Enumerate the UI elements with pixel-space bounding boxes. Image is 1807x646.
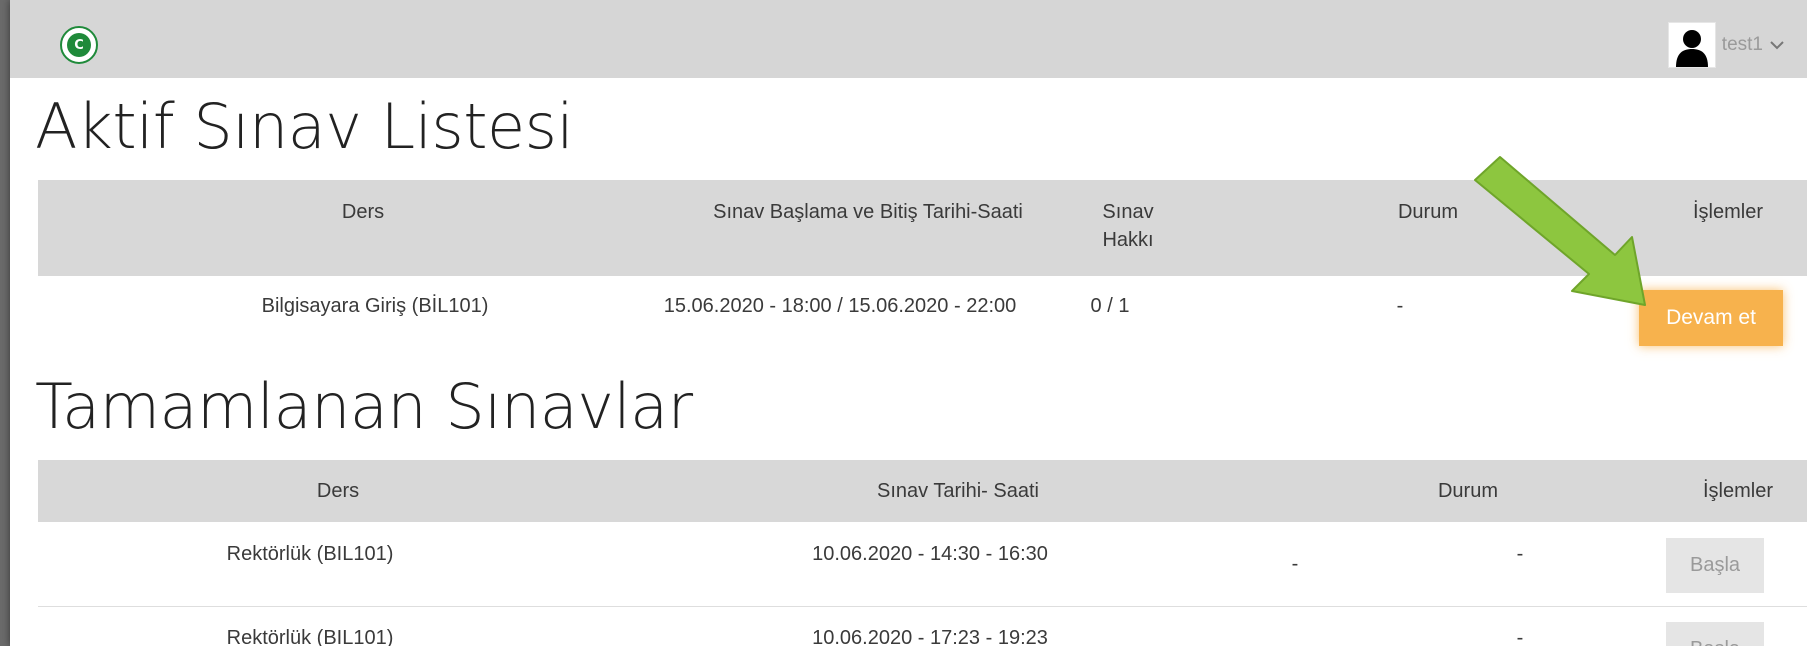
col-header-datetime: Sınav Başlama ve Bitiş Tarihi-Saati bbox=[713, 201, 1023, 223]
page-title: Aktif Sınav Listesi bbox=[35, 90, 574, 163]
start-exam-button[interactable]: Başla bbox=[1666, 622, 1764, 646]
app-window: C test1 Aktif Sınav Listesi Ders Sınav B… bbox=[10, 0, 1807, 646]
col-header-course: Ders bbox=[316, 480, 360, 502]
active-row-datetime: 15.06.2020 - 18:00 / 15.06.2020 - 22:00 bbox=[663, 295, 1017, 317]
col-header-attempt-line2: Hakkı bbox=[1102, 229, 1154, 251]
completed-row-1-status-a: - bbox=[1291, 553, 1299, 575]
completed-row-2-status-b: - bbox=[1516, 627, 1524, 646]
university-logo[interactable]: C bbox=[60, 26, 98, 64]
green-arrow-icon bbox=[1474, 156, 1646, 306]
chevron-down-icon bbox=[1769, 36, 1785, 55]
user-menu[interactable]: test1 bbox=[1667, 22, 1785, 68]
user-silhouette-icon bbox=[1667, 22, 1716, 68]
completed-row-1-datetime: 10.06.2020 - 14:30 - 16:30 bbox=[812, 543, 1048, 565]
completed-table-header: Ders Sınav Tarihi- Saati Durum İşlemler bbox=[38, 460, 1807, 522]
col-header-attempt: Sınav Hakkı bbox=[1078, 198, 1178, 254]
section-title-completed: Tamamlanan Sınavlar bbox=[35, 370, 693, 443]
row-divider bbox=[38, 606, 1807, 607]
top-navbar: C test1 bbox=[10, 0, 1807, 78]
col-header-course: Ders bbox=[341, 201, 385, 223]
col-header-status: Durum bbox=[1437, 480, 1498, 502]
username-label: test1 bbox=[1721, 34, 1763, 55]
logo-mark: C bbox=[67, 33, 91, 57]
start-exam-button[interactable]: Başla bbox=[1666, 538, 1764, 593]
active-row-attempt: 0 / 1 bbox=[1090, 295, 1130, 317]
completed-row-1-status-b: - bbox=[1516, 543, 1524, 565]
completed-row-2-course: Rektörlük (BIL101) bbox=[226, 627, 394, 646]
col-header-datetime: Sınav Tarihi- Saati bbox=[877, 480, 1039, 502]
active-row-status: - bbox=[1396, 295, 1404, 317]
active-row-course: Bilgisayara Giriş (BİL101) bbox=[261, 295, 489, 317]
completed-row-2-datetime: 10.06.2020 - 17:23 - 19:23 bbox=[812, 627, 1048, 646]
col-header-actions: İşlemler bbox=[1692, 201, 1763, 223]
col-header-actions: İşlemler bbox=[1702, 480, 1773, 502]
col-header-attempt-line1: Sınav bbox=[1102, 201, 1154, 223]
completed-row-1-course: Rektörlük (BIL101) bbox=[226, 543, 394, 565]
